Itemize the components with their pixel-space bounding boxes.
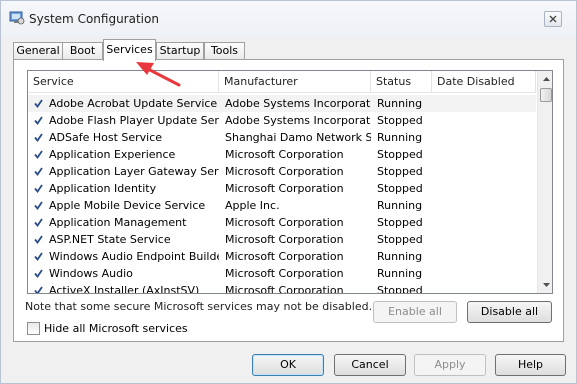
- tab-tools[interactable]: Tools: [204, 42, 245, 60]
- checkbox-icon[interactable]: [34, 184, 43, 193]
- service-name: ASP.NET State Service: [49, 233, 171, 246]
- manufacturer: Microsoft Corporation: [225, 148, 344, 161]
- scroll-thumb[interactable]: [540, 88, 552, 102]
- status: Stopped: [377, 148, 423, 161]
- manufacturer: Microsoft Corporation: [225, 250, 344, 263]
- scroll-down-icon: [542, 283, 550, 287]
- table-row[interactable]: Apple Mobile Device Service Apple Inc. Run…: [28, 197, 536, 214]
- app-icon: [9, 11, 25, 25]
- table-row[interactable]: Application Experience Microsoft Corporat…: [28, 146, 536, 163]
- services-panel: Service Manufacturer Status Date Disable…: [13, 59, 564, 342]
- table-row[interactable]: Windows Audio Microsoft Corporation Runnin…: [28, 265, 536, 282]
- hide-microsoft-services-checkbox[interactable]: [27, 322, 40, 335]
- checkbox-icon[interactable]: [34, 286, 43, 294]
- manufacturer: Microsoft Corporation: [225, 216, 344, 229]
- close-icon: [549, 15, 557, 23]
- checkbox-icon[interactable]: [34, 218, 43, 227]
- manufacturer: Microsoft Corporation: [225, 267, 344, 280]
- column-date-disabled[interactable]: Date Disabled: [432, 71, 536, 93]
- manufacturer: Microsoft Corporation: [225, 284, 344, 294]
- manufacturer: Adobe Systems Incorporated: [225, 97, 371, 110]
- checkbox-icon[interactable]: [34, 269, 43, 278]
- column-service[interactable]: Service: [28, 71, 219, 93]
- window-title: System Configuration: [29, 12, 159, 26]
- checkbox-icon[interactable]: [34, 235, 43, 244]
- close-button[interactable]: [544, 11, 562, 27]
- table-row[interactable]: Adobe Flash Player Update Service Adobe S…: [28, 112, 536, 129]
- tab-general[interactable]: General: [13, 42, 63, 60]
- checkbox-icon[interactable]: [34, 201, 43, 210]
- service-name: Application Identity: [49, 182, 157, 195]
- disable-all-button[interactable]: Disable all: [467, 301, 552, 323]
- secure-services-note: Note that some secure Microsoft services…: [25, 300, 373, 313]
- status: Running: [377, 250, 423, 263]
- service-name: Adobe Acrobat Update Service: [49, 97, 218, 110]
- table-row[interactable]: ActiveX Installer (AxInstSV) Microsoft Co…: [28, 282, 536, 294]
- status: Running: [377, 267, 423, 280]
- tab-services[interactable]: Services: [103, 39, 156, 61]
- column-manufacturer[interactable]: Manufacturer: [219, 71, 371, 93]
- status: Running: [377, 97, 423, 110]
- hide-microsoft-services-label: Hide all Microsoft services: [44, 322, 188, 335]
- checkbox-icon[interactable]: [34, 116, 43, 125]
- status: Stopped: [377, 114, 423, 127]
- vertical-scrollbar[interactable]: [537, 71, 552, 293]
- table-row[interactable]: Windows Audio Endpoint Builder Microsoft …: [28, 248, 536, 265]
- manufacturer: Microsoft Corporation: [225, 233, 344, 246]
- status: Stopped: [377, 216, 423, 229]
- services-list: Service Manufacturer Status Date Disable…: [27, 70, 553, 294]
- table-row[interactable]: ASP.NET State Service Microsoft Corporati…: [28, 231, 536, 248]
- enable-all-button[interactable]: Enable all: [373, 301, 457, 323]
- status: Stopped: [377, 284, 423, 294]
- service-name: Application Experience: [49, 148, 176, 161]
- service-name: Windows Audio: [49, 267, 133, 280]
- apply-button[interactable]: Apply: [414, 354, 486, 376]
- checkbox-icon[interactable]: [34, 150, 43, 159]
- cancel-button[interactable]: Cancel: [334, 354, 406, 376]
- table-row[interactable]: Application Identity Microsoft Corporatio…: [28, 180, 536, 197]
- manufacturer: Microsoft Corporation: [225, 165, 344, 178]
- service-name: Apple Mobile Device Service: [49, 199, 206, 212]
- scroll-down-button[interactable]: [538, 277, 552, 293]
- status: Running: [377, 131, 423, 144]
- checkbox-icon[interactable]: [34, 167, 43, 176]
- checkbox-icon[interactable]: [34, 99, 43, 108]
- table-row[interactable]: Application Management Microsoft Corporat…: [28, 214, 536, 231]
- manufacturer: Adobe Systems Incorporated: [225, 114, 371, 127]
- manufacturer: Apple Inc.: [225, 199, 280, 212]
- scroll-up-button[interactable]: [538, 71, 552, 87]
- manufacturer: Shanghai Damo Network S...: [225, 131, 371, 144]
- service-name: ADSafe Host Service: [49, 131, 163, 144]
- column-status[interactable]: Status: [371, 71, 432, 93]
- scroll-up-icon: [542, 77, 550, 81]
- list-header: Service Manufacturer Status Date Disable…: [28, 71, 536, 93]
- checkbox-icon[interactable]: [34, 133, 43, 142]
- status: Stopped: [377, 165, 423, 178]
- tab-startup[interactable]: Startup: [156, 42, 204, 60]
- status: Stopped: [377, 182, 423, 195]
- table-row[interactable]: Application Layer Gateway Service Microso…: [28, 163, 536, 180]
- help-button[interactable]: Help: [495, 354, 566, 376]
- table-row[interactable]: Adobe Acrobat Update Service Adobe System…: [28, 95, 536, 112]
- title-bar: System Configuration: [1, 1, 576, 37]
- ok-button[interactable]: OK: [252, 354, 324, 376]
- status: Running: [377, 199, 423, 212]
- table-row[interactable]: ADSafe Host Service Shanghai Damo Network…: [28, 129, 536, 146]
- status: Stopped: [377, 233, 423, 246]
- system-configuration-window: System Configuration General Boot Servic…: [0, 0, 577, 384]
- service-name: Application Layer Gateway Service: [49, 165, 219, 178]
- service-name: Application Management: [49, 216, 187, 229]
- service-name: Windows Audio Endpoint Builder: [49, 250, 219, 263]
- manufacturer: Microsoft Corporation: [225, 182, 344, 195]
- tab-boot[interactable]: Boot: [62, 42, 103, 60]
- service-name: Adobe Flash Player Update Service: [49, 114, 219, 127]
- service-name: ActiveX Installer (AxInstSV): [49, 284, 200, 294]
- checkbox-icon[interactable]: [34, 252, 43, 261]
